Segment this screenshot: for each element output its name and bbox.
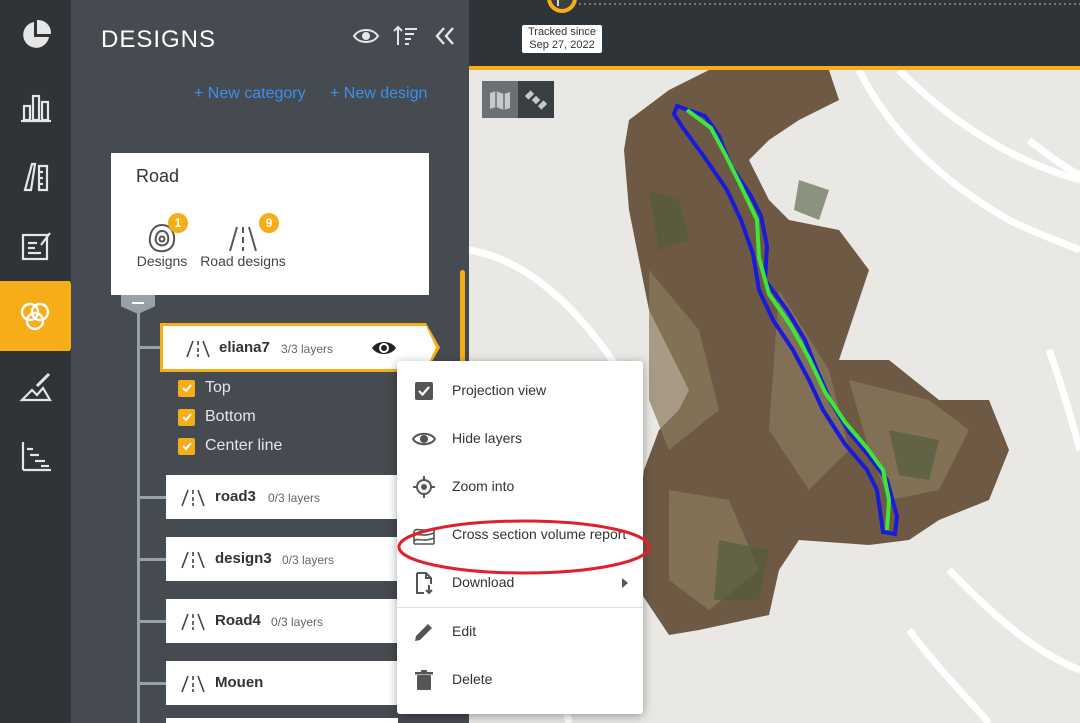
submenu-arrow-icon [622, 578, 628, 588]
layer-item-top[interactable]: Top [178, 378, 231, 398]
measure-icon[interactable] [0, 142, 71, 212]
tracked-label-line1: Tracked since [527, 26, 597, 38]
new-design-link[interactable]: + New design [330, 85, 427, 103]
checkbox-icon[interactable] [178, 437, 195, 455]
design-name: Mouen [215, 674, 264, 691]
checkbox-icon[interactable] [178, 379, 195, 397]
annotation-ellipse [397, 519, 651, 575]
tree-branch [140, 496, 166, 499]
new-category-link[interactable]: + New category [194, 85, 306, 103]
layer-label: Center line [205, 437, 283, 454]
menu-label: Edit [452, 623, 477, 639]
design-layers-count: 0/3 layers [268, 491, 321, 505]
design-layers-count: 3/3 layers [281, 342, 334, 356]
layer-label: Bottom [205, 408, 256, 425]
design-layers-count: 0/3 layers [282, 553, 335, 567]
road-designs-count-badge: 9 [259, 213, 279, 233]
category-title: Road [136, 166, 180, 186]
road-icon [181, 489, 205, 507]
timeline-icon[interactable] [0, 421, 71, 491]
eye-icon[interactable] [371, 338, 397, 358]
checkbox-icon [415, 382, 433, 400]
tree-branch [140, 682, 166, 685]
menu-item-projection-view[interactable]: Projection view [397, 367, 643, 415]
satellite-icon [524, 89, 548, 110]
design-row[interactable]: road3 0/3 layers [166, 475, 398, 519]
design-row-active[interactable]: eliana7 3/3 layers [160, 323, 426, 372]
category-card[interactable]: Road 1 Designs 9 Road designs [111, 153, 429, 295]
design-name: eliana7 [219, 339, 270, 356]
menu-label: Zoom into [452, 478, 515, 494]
pencil-icon [415, 624, 432, 641]
designs-stat[interactable]: 1 Designs [134, 213, 190, 269]
map-view-button[interactable] [482, 81, 518, 118]
designs-stat-label: Designs [136, 253, 188, 269]
menu-item-zoom-into[interactable]: Zoom into [397, 463, 643, 511]
menu-label: Delete [452, 671, 493, 687]
map-layer-toggle[interactable] [482, 81, 554, 118]
tree-branch [140, 346, 160, 349]
design-name: design3 [215, 550, 272, 567]
tree-branch [140, 558, 166, 561]
design-layers-count: 0/3 layers [271, 615, 324, 629]
layer-item-center-line[interactable]: Center line [178, 436, 282, 456]
design-name: Road4 [215, 612, 261, 629]
design-row[interactable]: design3 0/3 layers [166, 537, 398, 581]
layer-item-bottom[interactable]: Bottom [178, 407, 256, 427]
sort-icon[interactable] [392, 24, 420, 48]
target-icon [413, 476, 435, 498]
eye-icon [412, 432, 436, 446]
collapse-category-button[interactable] [121, 295, 155, 314]
design-row[interactable]: Road4 0/3 layers [166, 599, 398, 643]
map-icon [490, 90, 510, 110]
menu-label: Download [452, 574, 515, 590]
tracked-label-date: Sep 27, 2022 [529, 39, 595, 51]
tree-branch [140, 620, 166, 623]
panel-title: DESIGNS [101, 26, 217, 53]
menu-label: Projection view [452, 382, 547, 398]
eye-icon[interactable] [352, 24, 380, 48]
menu-label: Hide layers [452, 430, 523, 446]
road-icon [186, 340, 210, 358]
annotate-icon[interactable] [0, 352, 71, 422]
layer-label: Top [205, 379, 231, 396]
road-designs-stat[interactable]: 9 Road designs [196, 213, 290, 269]
checkbox-icon[interactable] [178, 408, 195, 426]
menu-item-hide-layers[interactable]: Hide layers [397, 415, 643, 463]
menu-item-edit[interactable]: Edit [397, 608, 643, 656]
stats-icon[interactable] [0, 72, 71, 142]
road-designs-stat-label: Road designs [200, 253, 286, 269]
flag-icon[interactable] [544, 0, 580, 20]
designs-count-badge: 1 [168, 213, 188, 233]
design-row[interactable]: Mouen [166, 661, 398, 705]
road-icon [181, 613, 205, 631]
icon-rail [0, 0, 82, 723]
road-icon [229, 226, 257, 252]
designs-icon[interactable] [0, 281, 82, 351]
trash-icon [415, 670, 433, 690]
menu-item-delete[interactable]: Delete [397, 656, 643, 704]
tracked-since-tooltip: Tracked since Sep 27, 2022 [522, 25, 602, 53]
design-name: road3 [215, 488, 256, 505]
road-icon [181, 551, 205, 569]
design-row[interactable] [166, 718, 398, 723]
dashboard-icon[interactable] [0, 0, 71, 70]
satellite-view-button[interactable] [518, 81, 554, 118]
collapse-panel-icon[interactable] [432, 24, 460, 48]
report-icon[interactable] [0, 211, 71, 281]
road-icon [181, 675, 205, 693]
tree-line [137, 304, 140, 723]
